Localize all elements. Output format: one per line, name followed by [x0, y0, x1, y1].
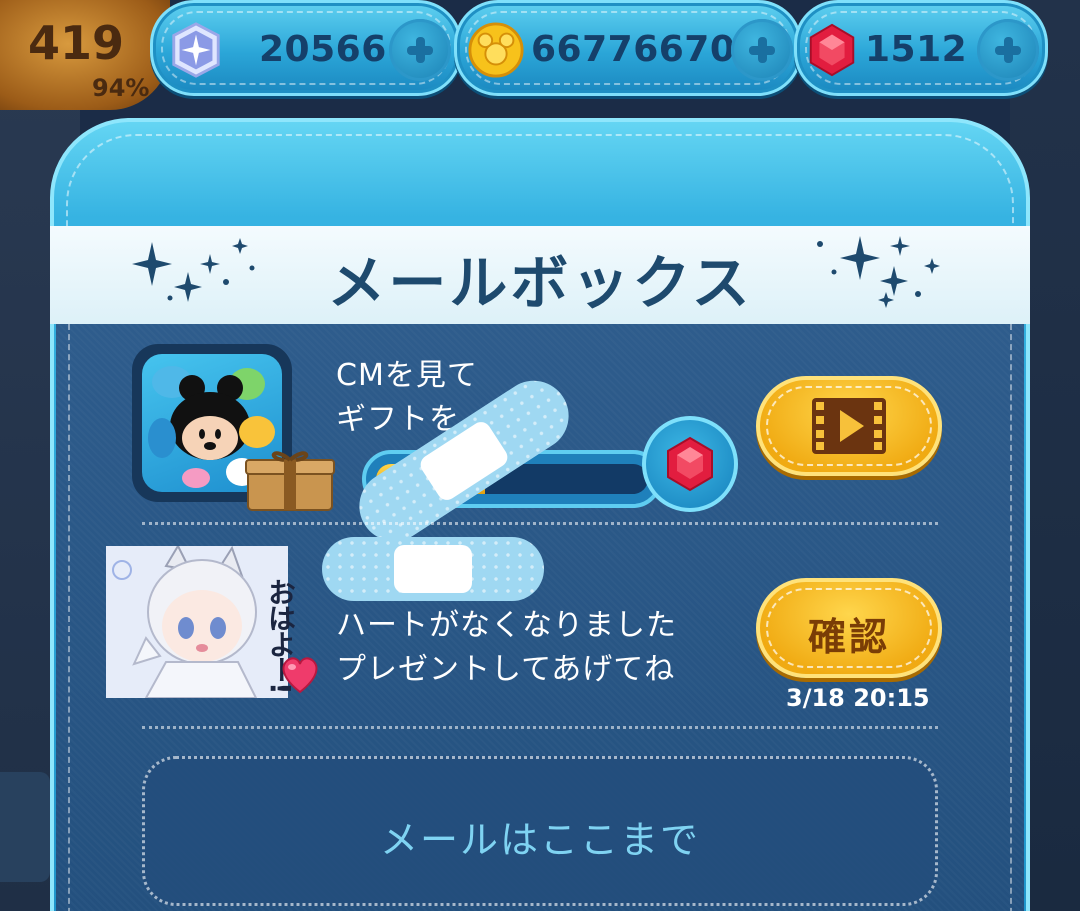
level-percent: 94%	[92, 74, 150, 102]
confirm-button[interactable]: 確認	[756, 578, 942, 678]
star-crystal-count: 20566	[259, 29, 387, 70]
mail-message: ハートがなくなりました プレゼントしてあげてね	[336, 604, 677, 692]
star-crystal-bar: 20566	[150, 0, 462, 96]
ruby-icon	[809, 23, 855, 77]
sparkle-icon	[132, 238, 255, 302]
confirm-button-label: 確認	[807, 615, 890, 659]
video-play-icon	[812, 398, 886, 454]
gift-box-icon	[245, 451, 335, 511]
coin-count: 66776670	[531, 29, 736, 70]
ruby-reward	[642, 416, 738, 512]
mail-message-line: ハートがなくなりました	[336, 608, 677, 643]
add-ruby-button[interactable]	[977, 19, 1039, 81]
sparkle-icon	[817, 236, 940, 308]
ruby-count: 1512	[865, 29, 968, 70]
bandage-sticker	[322, 537, 544, 601]
mail-divider	[142, 522, 938, 525]
add-star-crystal-button[interactable]	[389, 19, 451, 81]
mail-timestamp: 3/18 20:15	[786, 684, 930, 712]
mail-end-box: メールはここまで	[142, 756, 938, 906]
star-crystal-icon	[172, 22, 220, 78]
mail-message-line: CMを見て	[336, 358, 478, 393]
mail-divider	[142, 726, 938, 729]
ruby-icon	[667, 436, 713, 492]
coin-bar: 66776670	[454, 0, 802, 96]
level-number: 419	[28, 16, 125, 70]
level-badge[interactable]: 419 94%	[0, 0, 170, 110]
add-coin-button[interactable]	[731, 19, 793, 81]
mail-end-text: メールはここまで	[379, 818, 700, 862]
ruby-bar: 1512	[794, 0, 1048, 96]
watch-video-button[interactable]	[756, 376, 942, 476]
coin-icon	[468, 22, 524, 78]
heart-icon	[282, 657, 318, 694]
mail-message-line: プレゼントしてあげてね	[336, 652, 676, 687]
side-menu-tab[interactable]	[0, 772, 50, 882]
